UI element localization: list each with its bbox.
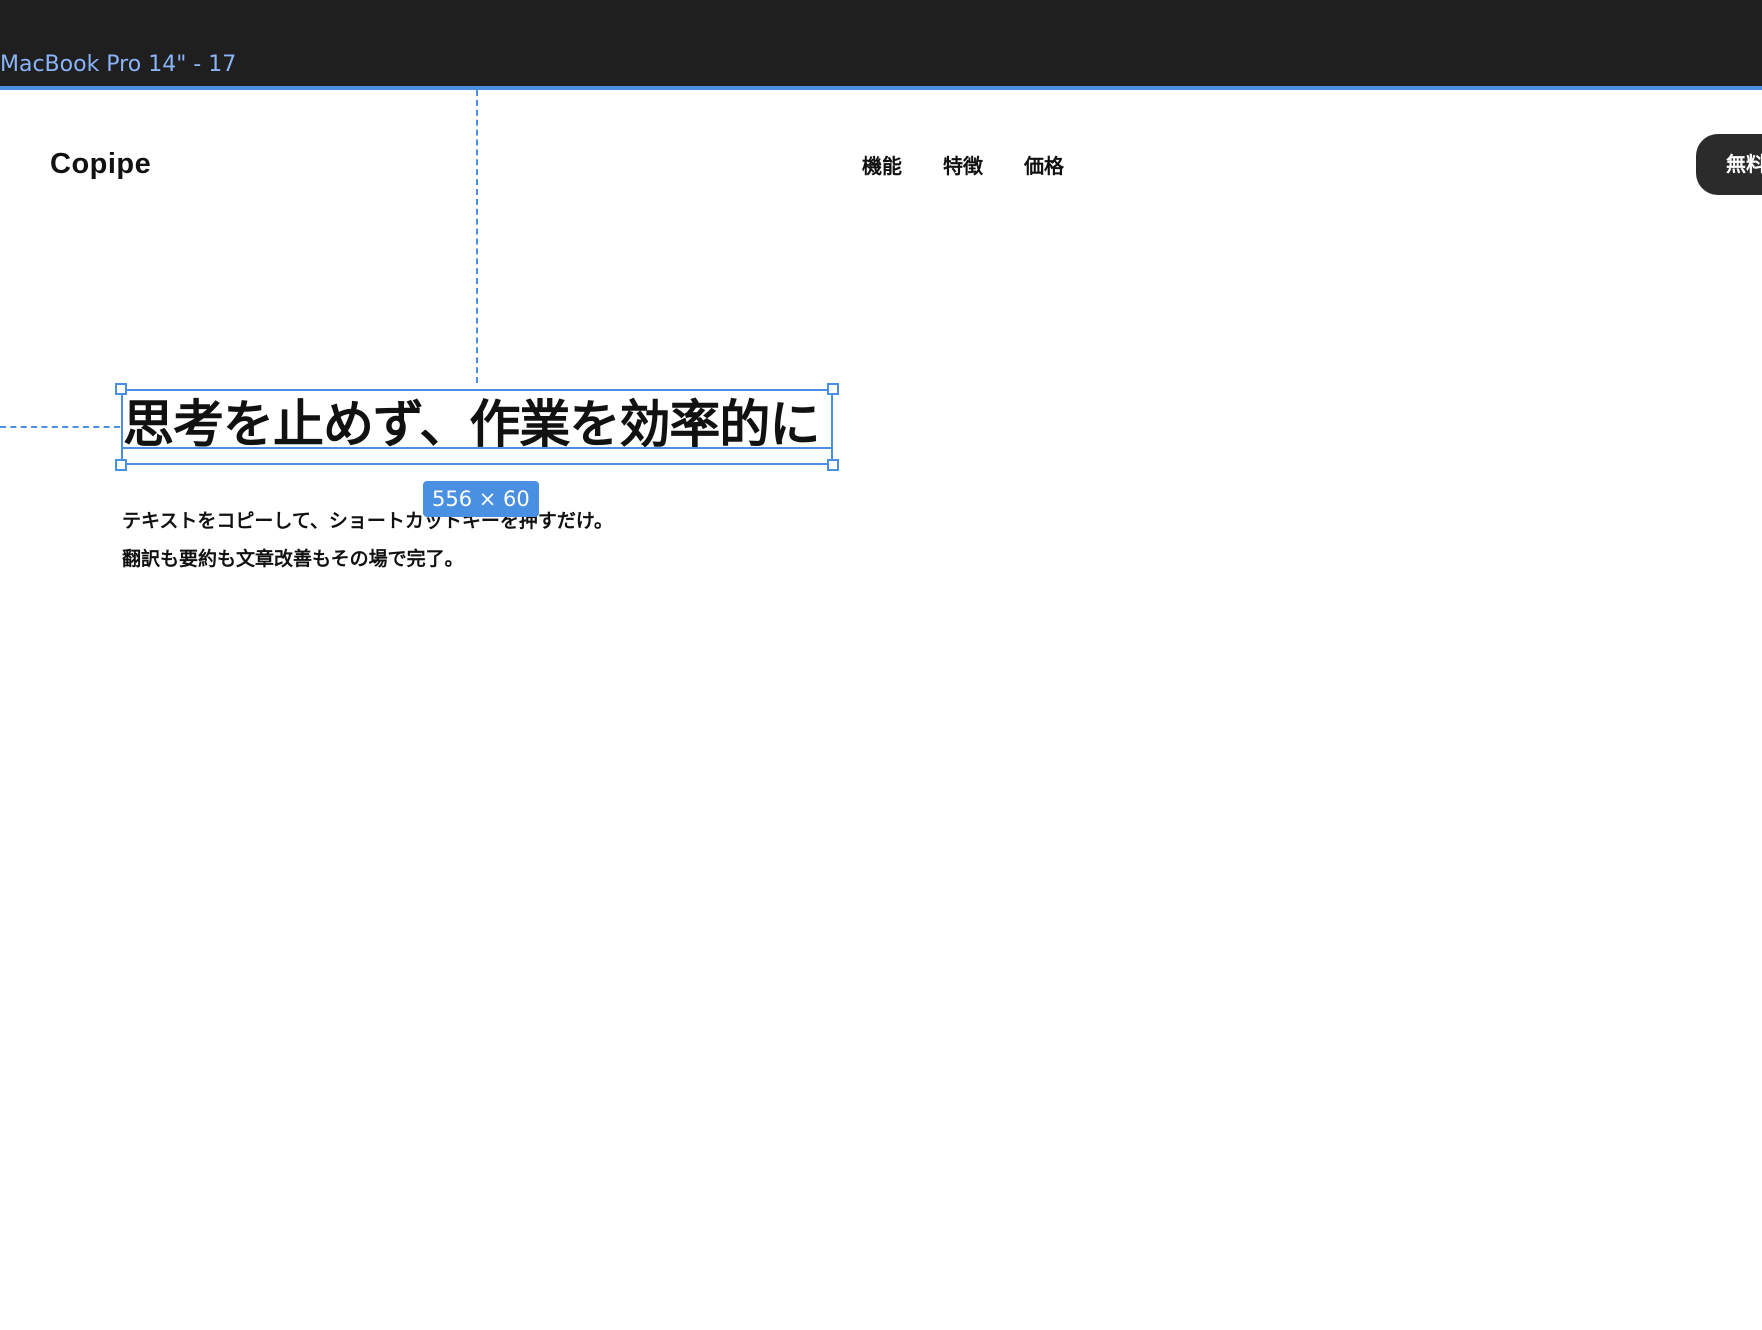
vertical-spacing-guide	[476, 90, 478, 383]
nav-item-highlights[interactable]: 特徴	[943, 150, 983, 179]
resize-handle-bottom-left[interactable]	[115, 459, 127, 471]
hero-subtext-line-2: 翻訳も要約も文章改善もその場で完了。	[122, 548, 464, 570]
site-nav: 機能 特徴 価格	[862, 150, 1064, 179]
editor-topbar: MacBook Pro 14" - 17	[0, 0, 1762, 90]
site-logo[interactable]: Copipe	[50, 148, 151, 181]
hero-subtext: テキストをコピーして、ショートカットキーを押すだけ。 翻訳も要約も文章改善もその…	[122, 502, 613, 578]
text-baseline-guide	[123, 447, 831, 449]
hero-subtext-line-1: テキストをコピーして、ショートカットキーを押すだけ。	[122, 510, 613, 532]
nav-item-features[interactable]: 機能	[862, 150, 902, 179]
horizontal-spacing-guide	[0, 426, 120, 428]
resize-handle-bottom-right[interactable]	[827, 459, 839, 471]
selection-box	[115, 383, 839, 471]
design-canvas[interactable]: Copipe 機能 特徴 価格 無料 思考を止めず、作業を効率的に テキストをコ…	[0, 90, 1762, 1330]
frame-label[interactable]: MacBook Pro 14" - 17	[0, 52, 236, 77]
resize-handle-top-right[interactable]	[827, 383, 839, 395]
dimension-badge: 556 × 60	[423, 481, 539, 517]
nav-item-pricing[interactable]: 価格	[1024, 150, 1064, 179]
free-signup-button[interactable]: 無料	[1696, 134, 1762, 195]
resize-handle-top-left[interactable]	[115, 383, 127, 395]
